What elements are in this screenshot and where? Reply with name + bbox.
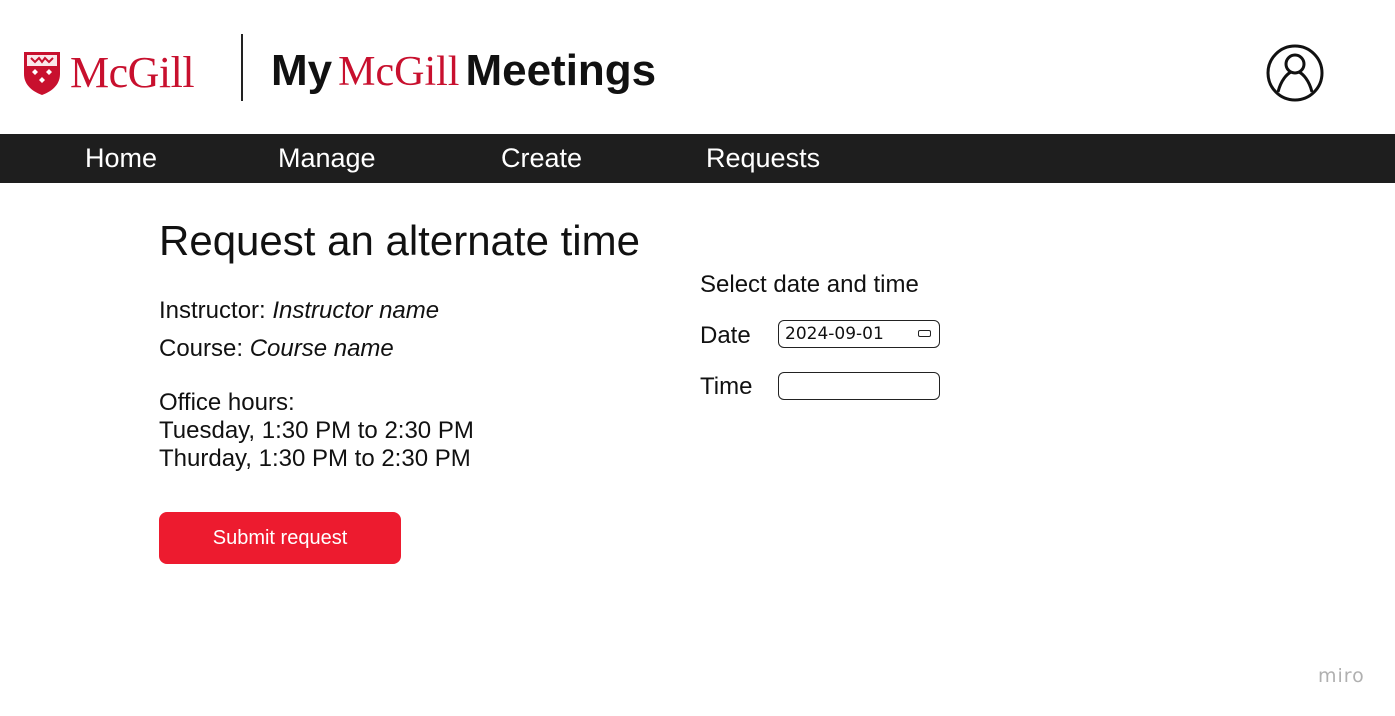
date-label: Date [700,322,751,349]
instructor-label: Instructor: [159,297,273,324]
course-label: Course: [159,335,250,362]
time-input[interactable] [778,372,940,400]
nav-item-requests[interactable]: Requests [706,142,820,174]
office-hours-item: Thurday, 1:30 PM to 2:30 PM [159,445,471,472]
instructor-row: Instructor: Instructor name [159,297,439,325]
mcgill-logo[interactable]: McGill [22,48,195,97]
office-hours: Office hours: Tuesday, 1:30 PM to 2:30 P… [159,389,474,473]
app-title-mcgill: McGill [338,49,460,95]
app-title: My McGill Meetings [271,46,656,96]
date-input[interactable]: 2024-09-01 [778,320,940,348]
submit-request-button[interactable]: Submit request [159,512,401,564]
header: McGill My McGill Meetings [0,0,1395,134]
logo-wordmark: McGill [70,48,195,97]
page-title: Request an alternate time [159,217,640,264]
date-time-heading: Select date and time [700,271,919,298]
main-nav: Home Manage Create Requests [0,134,1395,183]
office-hours-item: Tuesday, 1:30 PM to 2:30 PM [159,417,474,444]
header-divider [241,34,243,101]
nav-item-manage[interactable]: Manage [278,142,376,174]
miro-watermark: miro [1318,665,1365,687]
app-title-meetings: Meetings [465,46,657,95]
course-row: Course: Course name [159,335,394,363]
time-label: Time [700,373,753,400]
nav-item-create[interactable]: Create [501,142,582,174]
mcgill-shield-icon [24,52,60,95]
nav-item-home[interactable]: Home [85,142,157,174]
instructor-value: Instructor name [272,297,440,324]
calendar-icon[interactable] [918,330,931,337]
office-hours-label: Office hours: [159,389,295,416]
profile-button[interactable] [1265,44,1325,102]
user-circle-icon [1266,44,1324,102]
course-value: Course name [249,335,394,362]
date-input-value: 2024-09-01 [785,324,884,344]
app-title-my: My [271,46,333,95]
